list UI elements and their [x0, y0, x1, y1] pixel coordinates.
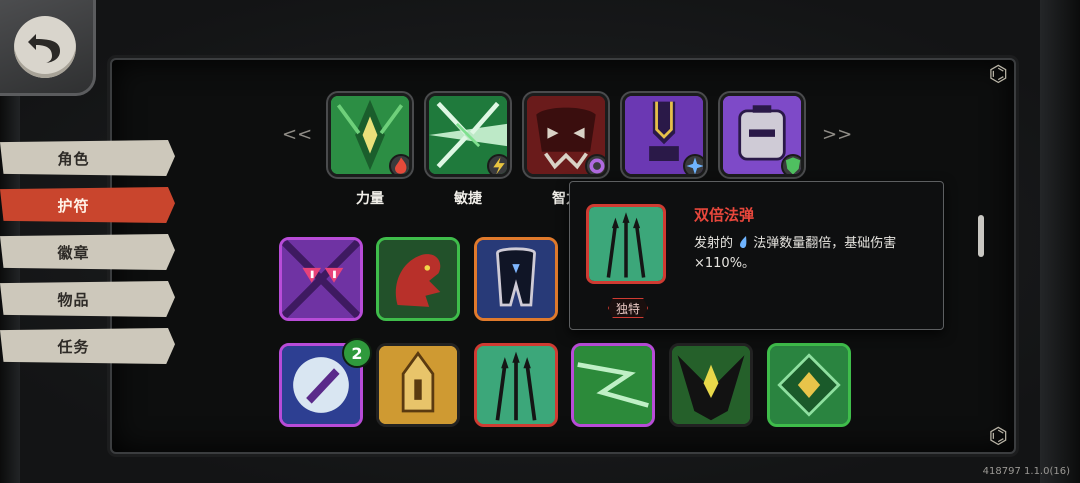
stat-strength-tile[interactable]: [328, 93, 412, 177]
arcane-element-icon: [585, 154, 605, 174]
corner-ornament-icon: ⌬: [988, 424, 1008, 449]
tooltip-description: 发射的 法弹数量翻倍，基础伤害×110%。: [694, 234, 930, 274]
warning-cross-icon: [282, 240, 360, 318]
relic-item[interactable]: [474, 237, 558, 321]
winged-crest-icon: [672, 346, 750, 424]
star-element-icon: [683, 154, 703, 174]
frame-right-edge: [1040, 0, 1080, 483]
tab-amulet[interactable]: 护符: [0, 187, 175, 223]
relic-item[interactable]: [474, 343, 558, 427]
relic-item[interactable]: [376, 343, 460, 427]
fire-element-icon: [389, 154, 409, 174]
stat-constitution-tile[interactable]: [720, 93, 804, 177]
category-tabs: 角色 护符 徽章 物品 任务: [0, 140, 175, 375]
tab-items[interactable]: 物品: [0, 281, 175, 317]
stat-label-strength: 力量: [356, 191, 384, 207]
diamond-eye-icon: [770, 346, 848, 424]
stat-stamina-tile[interactable]: [622, 93, 706, 177]
corner-ornament-icon: ⌬: [988, 62, 1008, 87]
rarity-tag: 独特: [608, 298, 648, 318]
back-button[interactable]: [0, 0, 96, 96]
tooltip-title: 双倍法弹: [694, 206, 755, 224]
stat-label-agility: 敏捷: [454, 191, 482, 207]
scrollbar-thumb[interactable]: [978, 215, 984, 257]
tab-character[interactable]: 角色: [0, 140, 175, 176]
triple-spear-icon: [477, 346, 555, 424]
scroll-right-icon[interactable]: >>: [822, 124, 852, 145]
item-tooltip: 独特 双倍法弹 发射的 法弹数量翻倍，基础伤害×110%。: [569, 181, 944, 330]
stat-agility-tile[interactable]: [426, 93, 510, 177]
tooltip-desc-prefix: 发射的: [694, 236, 734, 251]
stat-intelligence-tile[interactable]: [524, 93, 608, 177]
relic-item[interactable]: [279, 237, 363, 321]
tooth-icon: [477, 240, 555, 318]
lightning-element-icon: [487, 154, 507, 174]
relic-count-badge: 2: [342, 338, 372, 368]
triple-spear-icon: [589, 207, 663, 281]
relic-item[interactable]: [376, 237, 460, 321]
green-lightning-icon: [574, 346, 652, 424]
relic-item[interactable]: [571, 343, 655, 427]
relic-item[interactable]: [767, 343, 851, 427]
water-drop-icon: [737, 236, 753, 251]
shield-element-icon: [781, 154, 801, 174]
tab-quests[interactable]: 任务: [0, 328, 175, 364]
golden-shell-icon: [379, 346, 457, 424]
relic-item[interactable]: [669, 343, 753, 427]
tooltip-item-icon: [586, 204, 666, 284]
scroll-left-icon[interactable]: <<: [282, 124, 312, 145]
undo-arrow-icon: [14, 16, 76, 78]
tab-badge[interactable]: 徽章: [0, 234, 175, 270]
version-label: 418797 1.1.0(16): [982, 466, 1070, 477]
red-beast-icon: [379, 240, 457, 318]
